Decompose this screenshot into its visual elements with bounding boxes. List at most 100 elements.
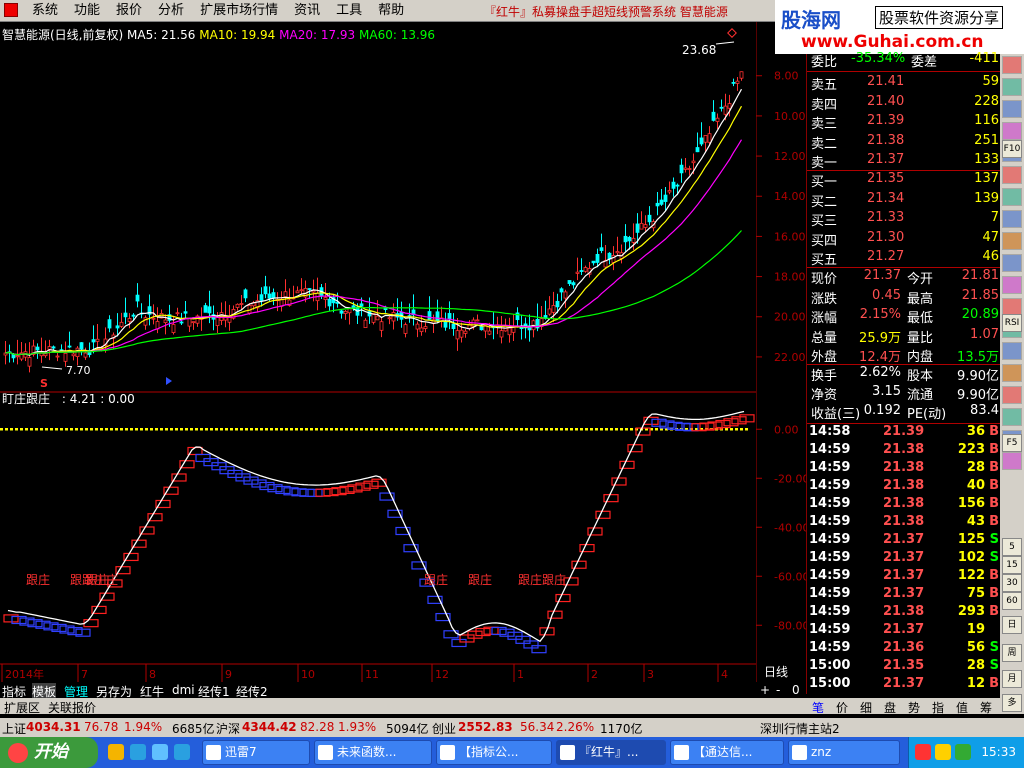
- kline-chart[interactable]: 2014年 7 8 9 10 11 12 1 2 3 4 跟庄 跟庄 跟庄 跟庄 跟庄 跟跟庄庄 跟庄 智慧能源(…: [0, 22, 756, 682]
- toolbar-icon[interactable]: [1002, 232, 1022, 250]
- taskbar-window-button[interactable]: 未来函数...: [314, 740, 432, 765]
- quote-panel: 委比 -35.34% 委差 -411 卖五 21.41 59 卖四 21.40 228 卖三 21.3…: [806, 51, 1001, 694]
- toolbar-button[interactable]: 周: [1002, 644, 1022, 662]
- tick-price: 21.38: [883, 604, 925, 619]
- system-tray: 15:33: [908, 737, 1024, 768]
- zoom-control[interactable]: +: [760, 683, 770, 697]
- zoom-control[interactable]: -: [776, 683, 780, 697]
- toolbar-button[interactable]: 5: [1002, 538, 1022, 556]
- tick-row: 14:59 21.36 56 S: [809, 640, 1001, 658]
- toolbar-button[interactable]: 月: [1002, 670, 1022, 688]
- toolbar-button[interactable]: 多: [1002, 694, 1022, 712]
- toolbar-icon[interactable]: [1002, 408, 1022, 426]
- taskbar-window-button[interactable]: 迅雷7: [202, 740, 310, 765]
- toolbar-button[interactable]: 30: [1002, 574, 1022, 592]
- tick-side: B: [989, 514, 999, 529]
- toolbar-icon[interactable]: [1002, 78, 1022, 96]
- toolbar-icon[interactable]: [1002, 122, 1022, 140]
- toolbar-icon[interactable]: [1002, 56, 1022, 74]
- tick-price: 21.38: [883, 514, 925, 529]
- tick-side: B: [989, 568, 999, 583]
- quicklaunch-icon-3[interactable]: [152, 744, 168, 760]
- toolbar-button[interactable]: 60: [1002, 592, 1022, 610]
- taskbar-window-button[interactable]: 【通达信...: [670, 740, 784, 765]
- quicklaunch-icon-4[interactable]: [174, 744, 190, 760]
- quote-tab[interactable]: 笔: [812, 699, 824, 716]
- tick-price: 21.35: [883, 658, 925, 673]
- toolbar-button[interactable]: 日: [1002, 616, 1022, 634]
- taskbar-window-button[interactable]: 【指标公...: [436, 740, 552, 765]
- candle-body: [475, 319, 480, 322]
- menu-item[interactable]: 资讯: [286, 3, 328, 19]
- menu-item[interactable]: 系统: [24, 3, 66, 19]
- stat2-row: 净资 3.15 流通 9.90亿: [811, 384, 999, 403]
- tick-time: 14:59: [809, 622, 851, 637]
- tray-icon-3[interactable]: [955, 744, 971, 760]
- toolbar-button[interactable]: F10: [1002, 140, 1022, 158]
- candle-body: [667, 190, 672, 193]
- toolbar-icon[interactable]: [1002, 342, 1022, 360]
- toolbar-icon[interactable]: [1002, 386, 1022, 404]
- quote-tab[interactable]: 筹: [980, 699, 992, 716]
- quote-tab[interactable]: 势: [908, 699, 920, 716]
- signal-label: 跟庄: [424, 572, 448, 587]
- candle-body: [379, 321, 384, 331]
- ext-tab[interactable]: 扩展区: [4, 699, 40, 716]
- toolbar-icon[interactable]: [1002, 276, 1022, 294]
- toolbar-icon[interactable]: [1002, 166, 1022, 184]
- candle-body: [339, 310, 344, 314]
- toolbar-icon[interactable]: [1002, 364, 1022, 382]
- start-button[interactable]: 开始: [0, 737, 98, 768]
- indicator-tab[interactable]: dmi: [172, 683, 195, 697]
- candle-body: [655, 202, 660, 207]
- ext-tab[interactable]: 关联报价: [48, 699, 96, 716]
- server-label[interactable]: 深圳行情主站2: [760, 720, 840, 737]
- taskbar-window-button[interactable]: znz: [788, 740, 900, 765]
- tick-side: S: [989, 658, 999, 673]
- quote-volume: 133: [974, 152, 999, 167]
- indicator-box: [587, 527, 603, 536]
- menu-item[interactable]: 功能: [66, 3, 108, 19]
- toolbar-button[interactable]: 15: [1002, 556, 1022, 574]
- quicklaunch-icon-2[interactable]: [130, 744, 146, 760]
- menu-item[interactable]: 帮助: [370, 3, 412, 19]
- candle-body: [563, 291, 568, 299]
- toolbar-icon[interactable]: [1002, 254, 1022, 272]
- candle-body: [187, 318, 192, 327]
- candle-body: [91, 339, 96, 343]
- cy-pct: 2.26%: [556, 720, 595, 734]
- quote-tab[interactable]: 价: [836, 699, 848, 716]
- indicator-box: [595, 510, 611, 519]
- toolbar-icon[interactable]: [1002, 100, 1022, 118]
- quote-tab[interactable]: 细: [860, 699, 872, 716]
- indicator-box: [555, 593, 571, 603]
- menu-item[interactable]: 扩展市场行情: [192, 3, 286, 19]
- window-title: 【通达信...: [693, 745, 753, 759]
- chart-canvas[interactable]: 2014年 7 8 9 10 11 12 1 2 3 4跟庄 跟庄 跟庄 跟庄 跟庄跟跟庄庄 跟庄: [0, 22, 756, 682]
- tick-row: 15:00 21.35 28 S: [809, 658, 1001, 676]
- quote-volume: 228: [974, 93, 999, 109]
- menu-item[interactable]: 分析: [150, 3, 192, 19]
- taskbar-window-button[interactable]: 『红牛』...: [556, 740, 666, 765]
- menu-item[interactable]: 工具: [328, 3, 370, 19]
- indicator-box: [307, 488, 323, 498]
- stat-value: 2.15%: [859, 307, 901, 322]
- brand-slogan: 股票软件资源分享: [875, 6, 1004, 29]
- tray-icon-2[interactable]: [935, 744, 951, 760]
- stat-row: 涨跌 0.45 最高 21.85: [811, 288, 999, 307]
- quote-tab[interactable]: 值: [956, 699, 968, 716]
- toolbar-button[interactable]: F5: [1002, 434, 1022, 452]
- quicklaunch-icon-1[interactable]: [108, 744, 124, 760]
- toolbar-icon[interactable]: [1002, 452, 1022, 470]
- extension-tabs: 扩展区 关联报价: [0, 698, 806, 716]
- quote-tab[interactable]: 指: [932, 699, 944, 716]
- toolbar-icon[interactable]: [1002, 188, 1022, 206]
- zoom-control[interactable]: 0: [792, 683, 800, 697]
- tray-icon-1[interactable]: [915, 744, 931, 760]
- toolbar-icon[interactable]: [1002, 210, 1022, 228]
- stat-value: 0.192: [863, 403, 901, 418]
- menu-item[interactable]: 报价: [108, 3, 150, 19]
- tick-volume: 36: [966, 424, 985, 439]
- quote-tab[interactable]: 盘: [884, 699, 896, 716]
- toolbar-button[interactable]: RSI: [1002, 314, 1022, 332]
